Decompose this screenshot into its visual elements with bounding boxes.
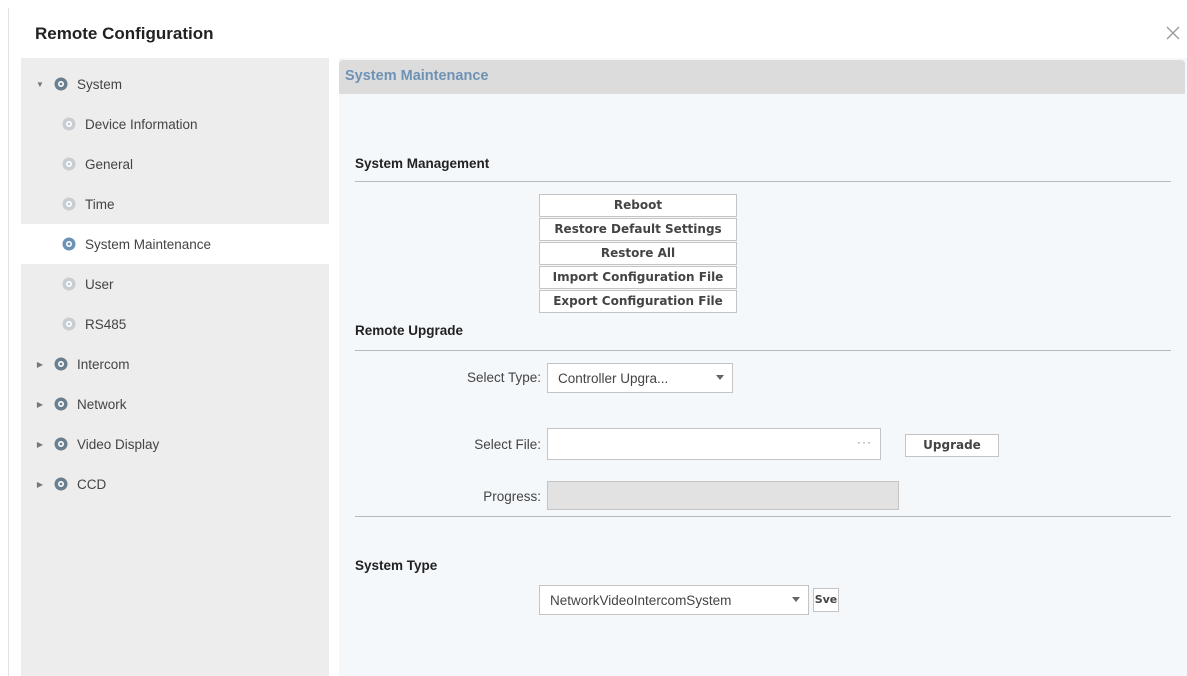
sidebar-item-ccd[interactable]: ▶ CCD [21, 464, 329, 504]
caret-down-icon [792, 597, 800, 602]
sidebar-item-label: User [85, 276, 114, 292]
gear-icon [53, 356, 69, 372]
gear-icon [53, 436, 69, 452]
system-type-value: NetworkVideoIntercomSystem [550, 592, 732, 608]
sidebar-item-label: Network [77, 396, 127, 412]
gear-icon [61, 116, 77, 132]
page-title: System Maintenance [345, 68, 489, 84]
sidebar-item-label: System [77, 76, 123, 92]
section-header: System Maintenance [339, 60, 1185, 94]
sidebar-item-label: Intercom [77, 356, 130, 372]
sidebar-item-general[interactable]: General [21, 144, 329, 184]
save-button[interactable]: Sve [813, 588, 839, 612]
remote-upgrade-title: Remote Upgrade [355, 323, 464, 338]
sidebar-item-label: Device Information [85, 116, 198, 132]
sidebar-item-label: System Maintenance [85, 236, 212, 252]
gear-icon [61, 316, 77, 332]
gear-icon [61, 236, 77, 252]
divider [355, 350, 1171, 351]
close-icon[interactable] [1162, 22, 1184, 44]
gear-icon [61, 196, 77, 212]
sidebar-item-time[interactable]: Time [21, 184, 329, 224]
select-type-value: Controller Upgra... [558, 370, 669, 386]
sidebar-item-label: Time [85, 196, 115, 212]
chevron-right-icon[interactable]: ▶ [35, 440, 45, 449]
chevron-down-icon[interactable]: ▼ [35, 80, 45, 89]
title-bar: Remote Configuration [9, 8, 1186, 58]
sidebar-item-network[interactable]: ▶ Network [21, 384, 329, 424]
sidebar-item-rs485[interactable]: RS485 [21, 304, 329, 344]
sidebar-item-device-information[interactable]: Device Information [21, 104, 329, 144]
browse-icon[interactable]: ··· [857, 435, 872, 449]
sidebar-item-label: General [85, 156, 134, 172]
select-type-label: Select Type: [466, 370, 541, 385]
window-title: Remote Configuration [35, 24, 214, 43]
remote-configuration-window: Remote Configuration ▼ System Device Inf… [8, 8, 1187, 676]
caret-down-icon [716, 375, 724, 380]
upgrade-button[interactable]: Upgrade [905, 434, 999, 457]
export-configuration-file-button[interactable]: Export Configuration File [539, 290, 737, 313]
select-type-dropdown[interactable]: Controller Upgra... [547, 363, 733, 393]
sidebar-item-system[interactable]: ▼ System [21, 64, 329, 104]
system-type-dropdown[interactable]: NetworkVideoIntercomSystem [539, 585, 809, 615]
progress-label: Progress: [483, 489, 541, 504]
select-file-input[interactable]: ··· [547, 428, 881, 460]
divider [355, 516, 1171, 517]
system-management-buttons: Reboot Restore Default Settings Restore … [539, 194, 737, 314]
restore-all-button[interactable]: Restore All [539, 242, 737, 265]
gear-icon [53, 476, 69, 492]
chevron-right-icon[interactable]: ▶ [35, 360, 45, 369]
sidebar-item-intercom[interactable]: ▶ Intercom [21, 344, 329, 384]
gear-icon [53, 76, 69, 92]
sidebar-item-label: Video Display [77, 436, 160, 452]
select-file-label: Select File: [474, 437, 541, 452]
chevron-right-icon[interactable]: ▶ [35, 400, 45, 409]
sidebar-item-system-maintenance[interactable]: System Maintenance [21, 224, 329, 264]
system-type-title: System Type [355, 558, 438, 573]
gear-icon [53, 396, 69, 412]
restore-default-settings-button[interactable]: Restore Default Settings [539, 218, 737, 241]
sidebar-item-user[interactable]: User [21, 264, 329, 304]
gear-icon [61, 276, 77, 292]
system-management-title: System Management [355, 156, 490, 171]
sidebar-item-label: RS485 [85, 316, 127, 332]
divider [355, 181, 1171, 182]
chevron-right-icon[interactable]: ▶ [35, 480, 45, 489]
progress-bar [547, 481, 899, 510]
gear-icon [61, 156, 77, 172]
main-panel: System Maintenance System Management Reb… [339, 58, 1187, 676]
import-configuration-file-button[interactable]: Import Configuration File [539, 266, 737, 289]
sidebar-item-label: CCD [77, 476, 107, 492]
sidebar-item-video-display[interactable]: ▶ Video Display [21, 424, 329, 464]
sidebar-tree: ▼ System Device Information General Time… [21, 58, 329, 676]
reboot-button[interactable]: Reboot [539, 194, 737, 217]
